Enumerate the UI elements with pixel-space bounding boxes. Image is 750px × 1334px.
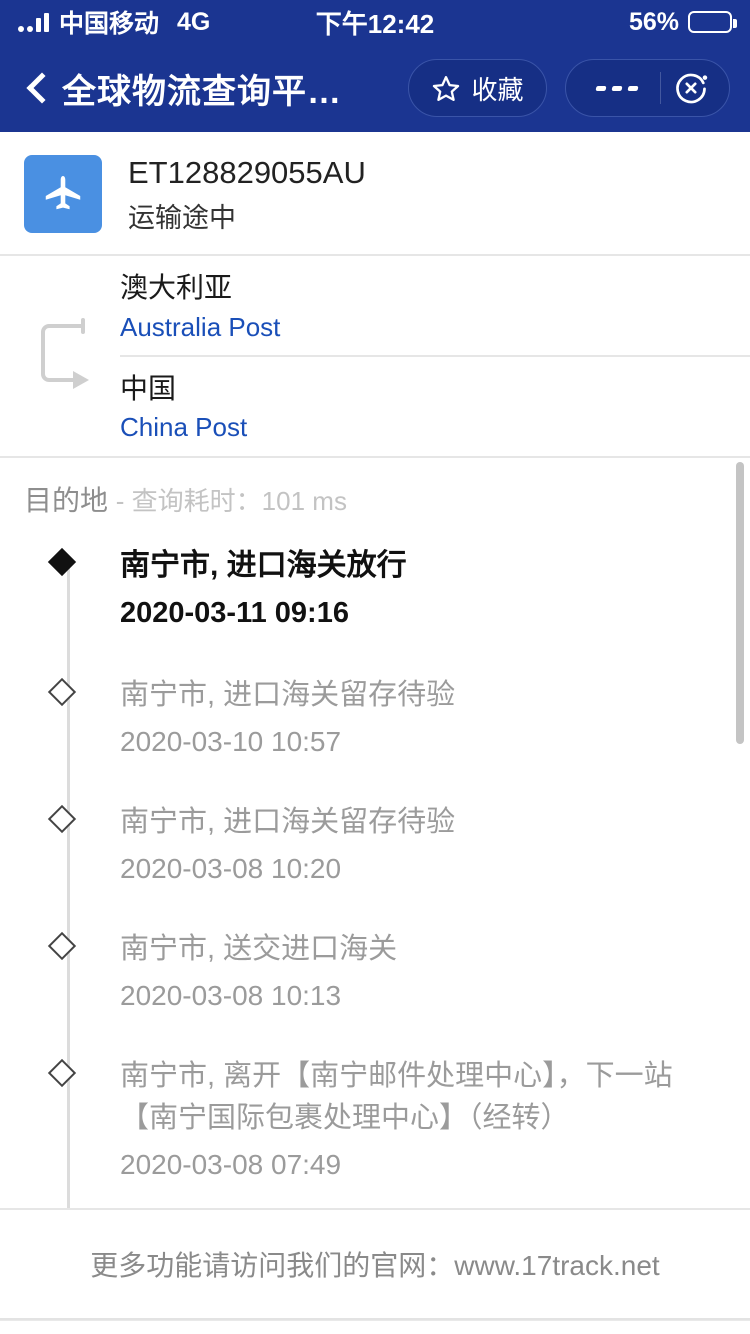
battery-percent: 56%	[628, 7, 679, 36]
carrier-country: 中国	[120, 373, 177, 405]
timeline-event[interactable]: 南宁市, 进口海关留存待验 2020-03-10 10:57	[0, 674, 750, 801]
timeline-event[interactable]: 南宁市, 进口海关留存待验 2020-03-08 10:20	[0, 801, 750, 928]
hollow-diamond-icon	[47, 1059, 77, 1088]
nav-actions: 收藏	[408, 59, 730, 117]
uc-close-circle-icon[interactable]	[673, 70, 709, 106]
app-screen: 中国移动 4G 下午12:42 56% 全球物流查询平… 收藏 ET128829…	[0, 0, 750, 1334]
event-time: 2020-03-08 10:13	[120, 980, 342, 1012]
destination-header: 目的地 - 查询耗时：101 ms	[0, 458, 750, 532]
event-time: 2020-03-08 10:20	[120, 852, 342, 884]
network-type: 4G	[177, 7, 211, 36]
vertical-scrollbar[interactable]	[736, 461, 744, 744]
signal-strength-icon	[18, 12, 49, 32]
navigation-bar: 全球物流查询平… 收藏	[0, 44, 750, 132]
event-text: 南宁市, 进口海关放行	[120, 548, 407, 582]
bottom-toolbar: 文A 值 什么值得买 操作	[0, 1319, 750, 1334]
page-title: 全球物流查询平…	[62, 72, 342, 111]
event-body: 南宁市, 进口海关留存待验 2020-03-08 10:20	[120, 801, 726, 888]
status-bar-right: 56%	[628, 7, 737, 37]
event-text: 南宁市, 进口海关留存待验	[120, 678, 456, 711]
event-body: 南宁市, 离开【南宁邮件处理中心】，下一站【南宁国际包裹处理中心】（经转） 20…	[120, 1055, 726, 1184]
event-marker	[0, 928, 120, 1015]
timeline-event[interactable]: 南宁市, 离开【南宁邮件处理中心】，下一站【南宁国际包裹处理中心】（经转） 20…	[0, 1055, 750, 1208]
event-marker	[0, 1055, 120, 1184]
airplane-icon	[24, 155, 102, 234]
carrier-postal-link[interactable]: Australia Post	[120, 311, 750, 344]
event-time: 2020-03-10 10:57	[120, 725, 342, 757]
destination-label: 目的地	[24, 484, 109, 516]
favorite-label: 收藏	[471, 74, 524, 105]
browser-menu-group	[564, 59, 730, 117]
carrier-row[interactable]: 澳大利亚 Australia Post	[120, 256, 750, 355]
event-timeline: 南宁市, 进口海关放行 2020-03-11 09:16 南宁市, 进口海关留存…	[0, 532, 750, 1208]
promo-footer: 更多功能请访问我们的官网：www.17track.net	[0, 1210, 750, 1320]
timeline-event[interactable]: 南宁市, 送交进口海关 2020-03-08 10:13	[0, 928, 750, 1055]
hollow-diamond-icon	[47, 804, 77, 833]
more-horizontal-icon[interactable]	[586, 85, 648, 91]
event-marker	[0, 801, 120, 888]
carrier-name: 中国移动	[59, 10, 160, 38]
battery-icon	[688, 11, 737, 33]
hollow-diamond-icon	[47, 677, 77, 706]
carrier-section: 澳大利亚 Australia Post 中国 China Post	[0, 256, 750, 458]
route-bracket-arrow-icon	[0, 256, 120, 456]
tracking-summary: ET128829055AU 运输途中	[0, 132, 750, 257]
timeline-event[interactable]: 南宁市, 进口海关放行 2020-03-11 09:16	[0, 544, 750, 674]
event-text: 南宁市, 送交进口海关	[120, 933, 398, 966]
event-text: 南宁市, 进口海关留存待验	[120, 805, 456, 838]
event-time: 2020-03-08 07:49	[120, 1149, 342, 1181]
event-body: 南宁市, 进口海关放行 2020-03-11 09:16	[120, 544, 726, 634]
star-outline-icon	[431, 74, 461, 103]
favorite-button[interactable]: 收藏	[408, 59, 547, 117]
events-scroll-area[interactable]: 目的地 - 查询耗时：101 ms 南宁市, 进口海关放行 2020-03-11…	[0, 458, 750, 1210]
status-bar-left: 中国移动 4G	[18, 4, 210, 40]
promo-text: 更多功能请访问我们的官网：www.17track.net	[90, 1249, 660, 1281]
event-time: 2020-03-11 09:16	[120, 597, 349, 630]
chevron-left-icon[interactable]	[22, 73, 52, 103]
carrier-country: 澳大利亚	[120, 272, 233, 304]
hollow-diamond-icon	[47, 931, 77, 961]
event-text: 南宁市, 离开【南宁邮件处理中心】，下一站【南宁国际包裹处理中心】（经转）	[120, 1060, 673, 1135]
tracking-status: 运输途中	[128, 202, 236, 233]
event-marker	[0, 544, 120, 634]
event-body: 南宁市, 送交进口海关 2020-03-08 10:13	[120, 928, 726, 1015]
carrier-row[interactable]: 中国 China Post	[120, 355, 750, 456]
event-body: 南宁市, 进口海关留存待验 2020-03-10 10:57	[120, 674, 726, 761]
menu-divider	[659, 72, 661, 104]
tracking-number: ET128829055AU	[128, 155, 366, 190]
carrier-postal-link[interactable]: China Post	[120, 411, 750, 444]
carrier-list: 澳大利亚 Australia Post 中国 China Post	[120, 256, 750, 456]
query-elapsed: - 查询耗时：101 ms	[115, 485, 347, 516]
status-bar: 中国移动 4G 下午12:42 56%	[0, 0, 750, 44]
tracking-meta: ET128829055AU 运输途中	[128, 154, 366, 234]
event-marker	[0, 674, 120, 761]
filled-diamond-icon	[47, 547, 77, 576]
